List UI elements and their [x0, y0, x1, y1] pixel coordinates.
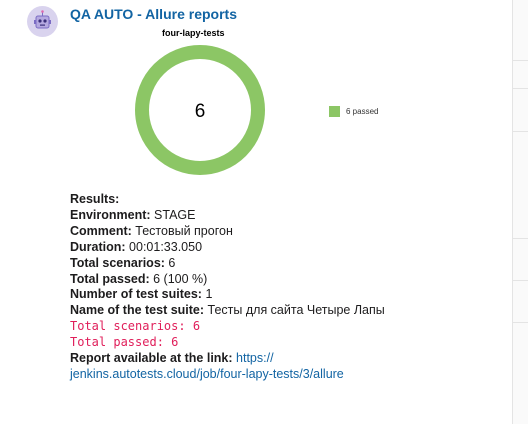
scroll-divider — [513, 88, 528, 89]
suite-name-value: Тесты для сайта Четыре Лапы — [204, 303, 385, 318]
passed-value: 6 (100 %) — [149, 271, 208, 286]
code-total-passed: Total passed: 6 — [70, 335, 179, 350]
suites-value: 1 — [201, 287, 213, 302]
chart-legend: 6 passed — [329, 106, 378, 117]
duration-label: Duration: — [70, 239, 126, 254]
legend-label: 6 passed — [346, 107, 379, 116]
scenarios-label: Total scenarios: — [70, 255, 165, 270]
suite-name-label: Name of the test suite: — [70, 303, 205, 318]
suites-label: Number of test suites: — [70, 287, 202, 302]
comment-label: Comment: — [70, 223, 132, 238]
legend-swatch — [329, 106, 340, 117]
scroll-divider — [513, 238, 528, 239]
donut-chart: 6 — [135, 45, 265, 175]
comment-value: Тестовый прогон — [131, 223, 233, 238]
donut-center-label: 6 — [195, 101, 206, 122]
code-total-scenarios: Total scenarios: 6 — [70, 319, 201, 334]
scroll-divider — [513, 131, 528, 132]
link-label: Report available at the link: — [70, 351, 233, 366]
env-label: Environment: — [70, 207, 151, 222]
duration-value: 00:01:33.050 — [125, 239, 203, 254]
results-heading: Results: — [70, 192, 120, 206]
env-value: STAGE — [150, 207, 196, 222]
scrollbar-track[interactable] — [512, 0, 528, 424]
scenarios-value: 6 — [164, 255, 176, 270]
passed-label: Total passed: — [70, 271, 150, 286]
scroll-divider — [513, 280, 528, 281]
report-text: Results: Environment: STAGE Comment: Тес… — [70, 192, 390, 383]
scroll-divider — [513, 60, 528, 61]
scroll-divider — [513, 322, 528, 323]
